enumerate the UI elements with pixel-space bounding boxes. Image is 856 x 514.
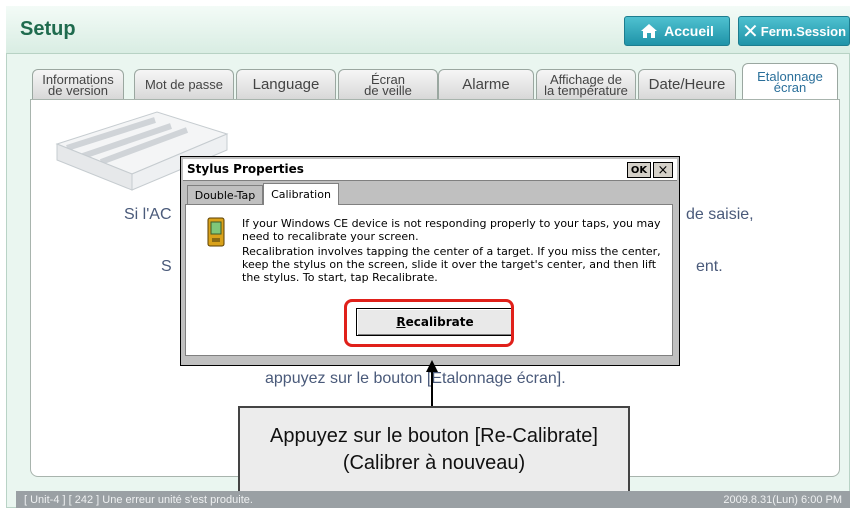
instruction-text: S bbox=[161, 258, 172, 275]
settings-tabs: Informations de version Mot de passe Lang… bbox=[32, 63, 840, 99]
status-bar: [ Unit-4 ] [ 242 ] Une erreur unité s'es… bbox=[16, 491, 850, 508]
home-icon bbox=[641, 24, 658, 38]
tab-label: écran bbox=[773, 79, 807, 95]
calibration-description: If your Windows CE device is not respond… bbox=[242, 217, 661, 243]
instruction-callout: Appuyez sur le bouton [Re-Calibrate] (Ca… bbox=[238, 406, 630, 494]
callout-line-1: Appuyez sur le bouton [Re-Calibrate] bbox=[270, 425, 598, 447]
tab-double-tap[interactable]: Double-Tap bbox=[187, 185, 263, 205]
tab-label: la température bbox=[544, 82, 628, 98]
tab-version-info[interactable]: Informations de version bbox=[32, 69, 124, 99]
callout-arrow-line bbox=[431, 370, 433, 408]
header-bar: Setup Accueil ✕ Ferm.Session bbox=[6, 6, 850, 54]
instruction-text: appuyez sur le bouton [Etalonnage écran]… bbox=[265, 370, 566, 387]
calibration-instructions: Recalibration involves tapping the cente… bbox=[242, 245, 661, 284]
logout-button-label: Ferm.Session bbox=[760, 23, 847, 39]
instruction-text: ent. bbox=[696, 258, 723, 275]
tab-password[interactable]: Mot de passe bbox=[134, 69, 234, 99]
dialog-title: Stylus Properties bbox=[187, 162, 304, 176]
tab-label: de version bbox=[48, 82, 108, 98]
tab-label: de veille bbox=[364, 82, 412, 98]
home-button-label: Accueil bbox=[664, 23, 714, 39]
tab-label: Date/Heure bbox=[648, 76, 726, 93]
status-datetime: 2009.8.31(Lun) 6:00 PM bbox=[723, 493, 842, 506]
instruction-text: Si l'AC bbox=[124, 206, 172, 223]
tab-label: Mot de passe bbox=[144, 77, 224, 92]
tab-alarm[interactable]: Alarme bbox=[438, 69, 534, 99]
pda-icon bbox=[207, 217, 225, 247]
callout-line-2: (Calibrer à nouveau) bbox=[342, 452, 526, 474]
tab-temperature-display[interactable]: Affichage de la température bbox=[536, 69, 636, 99]
tab-label: Language bbox=[252, 76, 320, 93]
dialog-close-button[interactable]: × bbox=[653, 162, 673, 178]
instruction-text: de saisie, bbox=[686, 206, 754, 223]
recalibrate-highlight bbox=[344, 299, 514, 347]
tab-calibration[interactable]: Calibration bbox=[263, 183, 339, 205]
tab-language[interactable]: Language bbox=[236, 69, 336, 99]
tab-date-time[interactable]: Date/Heure bbox=[638, 69, 736, 99]
logout-button[interactable]: ✕ Ferm.Session bbox=[738, 16, 850, 46]
page-title: Setup bbox=[20, 18, 76, 40]
home-button[interactable]: Accueil bbox=[624, 16, 730, 46]
tab-label: Alarme bbox=[462, 76, 510, 93]
ok-button[interactable]: OK bbox=[627, 162, 651, 178]
tab-screensaver[interactable]: Écran de veille bbox=[338, 69, 438, 99]
tab-screen-calibration[interactable]: Etalonnage écran bbox=[742, 63, 838, 99]
status-message: [ Unit-4 ] [ 242 ] Une erreur unité s'es… bbox=[24, 493, 253, 506]
dialog-title-bar: Stylus Properties OK × bbox=[183, 159, 677, 181]
close-icon: ✕ bbox=[741, 20, 759, 43]
